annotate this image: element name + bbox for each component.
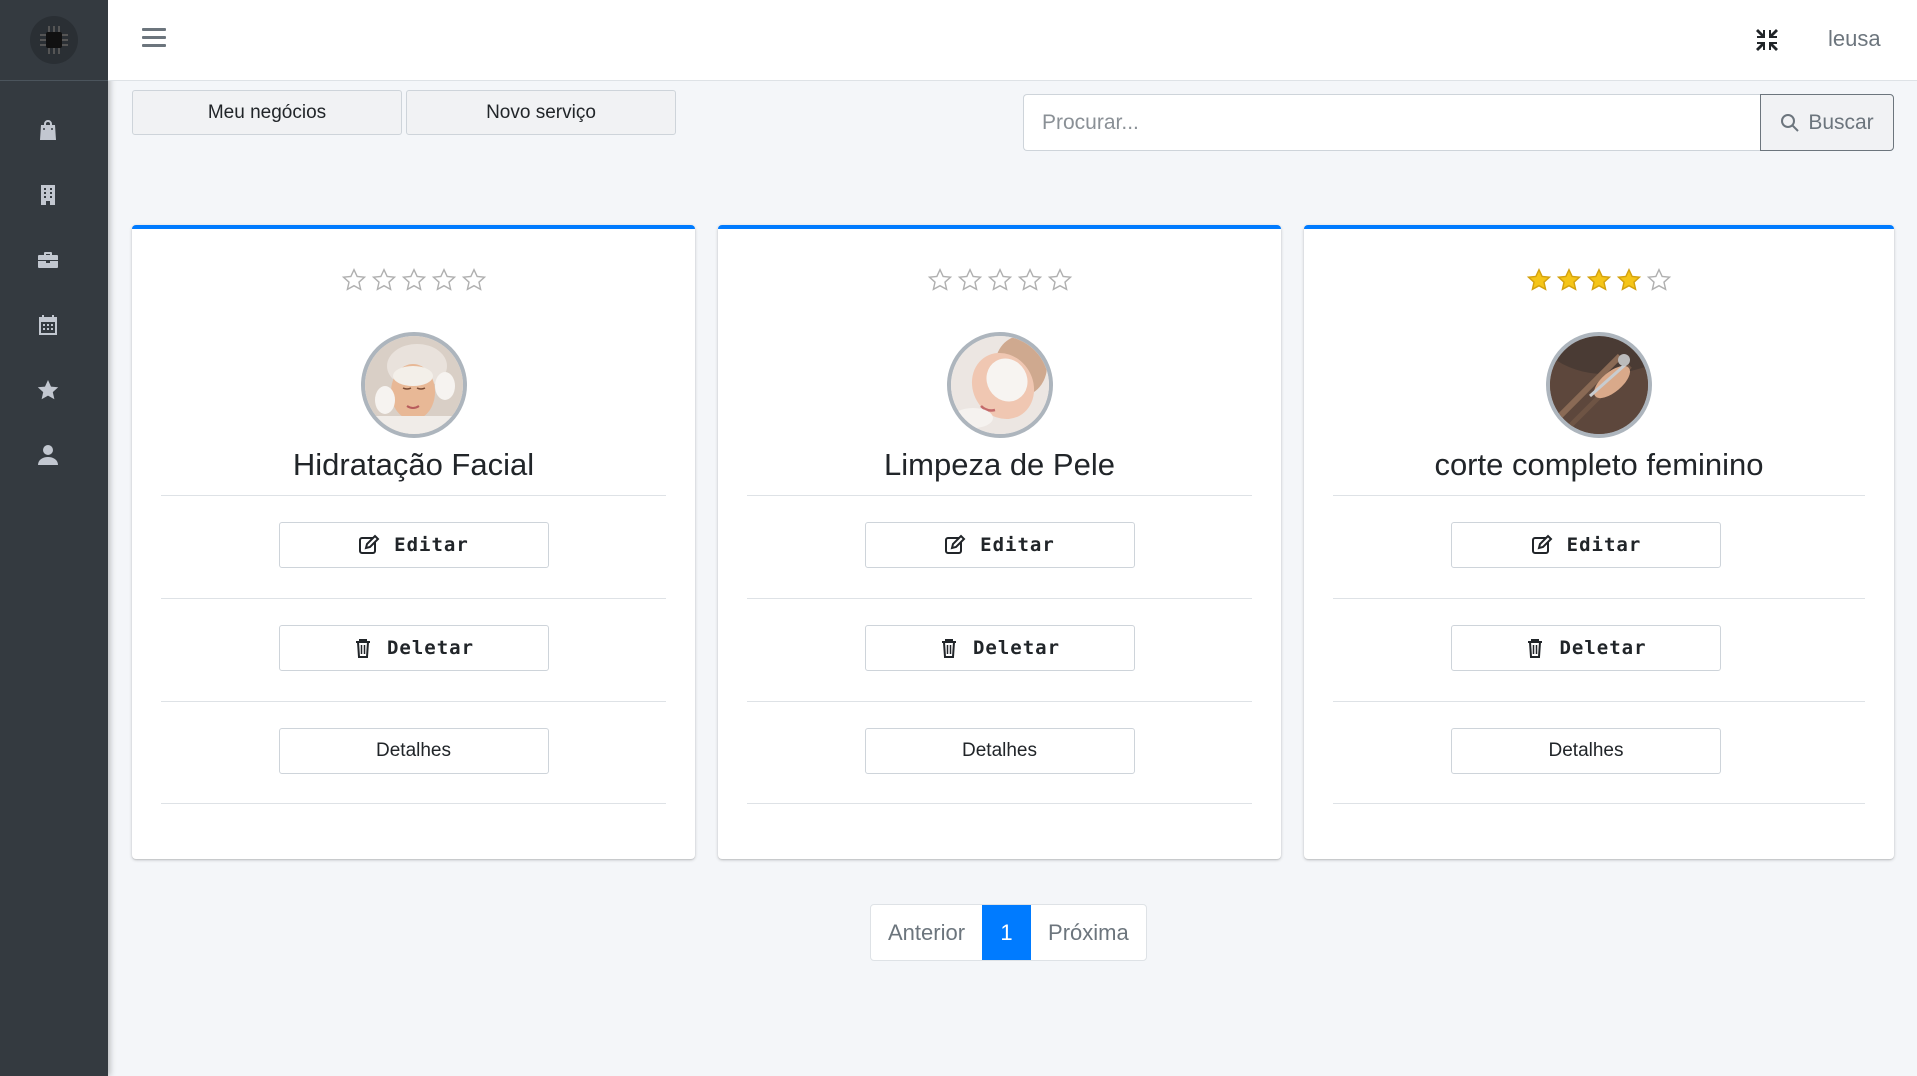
star-empty-icon xyxy=(1047,268,1072,291)
search-icon xyxy=(1781,113,1800,132)
search-button-label: Buscar xyxy=(1808,110,1874,134)
star-empty-icon xyxy=(401,268,426,291)
divider xyxy=(1333,495,1865,496)
edit-icon xyxy=(1531,534,1553,554)
main-content: Meu negócios Novo serviço Buscar Hidrata… xyxy=(108,81,1917,1076)
divider xyxy=(161,803,666,804)
edit-button[interactable]: Editar xyxy=(864,522,1135,568)
service-card: Hidratação Facial Editar Deletar Detalhe… xyxy=(132,225,695,859)
user-icon xyxy=(38,444,58,465)
details-label: Detalhes xyxy=(376,740,451,761)
trash-icon xyxy=(1528,639,1543,658)
new-service-button[interactable]: Novo serviço xyxy=(406,90,676,135)
divider xyxy=(747,803,1252,804)
calendar-icon xyxy=(39,314,57,335)
shopping-bag-icon xyxy=(40,119,56,140)
divider xyxy=(161,701,666,702)
sidebar-item-ratings[interactable] xyxy=(0,357,108,422)
divider xyxy=(161,495,666,496)
sidebar xyxy=(0,0,108,1076)
star-empty-icon xyxy=(987,268,1012,291)
star-empty-icon xyxy=(1017,268,1042,291)
sidebar-nav xyxy=(0,81,108,487)
details-button[interactable]: Detalhes xyxy=(864,728,1135,774)
star-empty-icon xyxy=(371,268,396,291)
details-label: Detalhes xyxy=(962,740,1037,761)
star-empty-icon xyxy=(461,268,486,291)
brand-logo xyxy=(30,16,78,64)
edit-label: Editar xyxy=(394,534,469,556)
star-filled-icon xyxy=(1616,268,1642,291)
details-label: Detalhes xyxy=(1548,740,1624,761)
service-card: corte completo feminino Editar Deletar D… xyxy=(1304,225,1894,859)
trash-icon xyxy=(355,639,370,658)
details-button[interactable]: Detalhes xyxy=(1451,728,1721,774)
edit-icon xyxy=(359,534,380,554)
delete-button[interactable]: Deletar xyxy=(278,625,549,671)
service-image xyxy=(360,332,467,438)
skin-cleansing-photo xyxy=(950,336,1049,434)
star-filled-icon xyxy=(1586,268,1612,291)
brand[interactable] xyxy=(0,0,108,81)
trash-icon xyxy=(941,639,956,658)
divider xyxy=(747,598,1252,599)
my-business-button[interactable]: Meu negócios xyxy=(132,90,402,135)
divider xyxy=(1333,598,1865,599)
briefcase-icon xyxy=(38,251,58,268)
service-title: Hidratação Facial xyxy=(292,447,535,482)
facial-treatment-photo xyxy=(364,336,463,434)
menu-toggle-icon[interactable] xyxy=(142,28,166,50)
rating-stars xyxy=(718,267,1281,293)
star-icon xyxy=(37,379,59,399)
edit-label: Editar xyxy=(1566,534,1642,556)
service-image xyxy=(946,332,1053,438)
divider xyxy=(747,701,1252,702)
service-title: Limpeza de Pele xyxy=(884,447,1115,482)
delete-label: Deletar xyxy=(1559,637,1647,659)
edit-button[interactable]: Editar xyxy=(1451,522,1721,568)
edit-button[interactable]: Editar xyxy=(278,522,549,568)
pagination-prev[interactable]: Anterior xyxy=(871,905,982,960)
delete-label: Deletar xyxy=(972,637,1061,659)
divider xyxy=(1333,701,1865,702)
pagination: Anterior 1 Próxima xyxy=(870,904,1147,961)
edit-icon xyxy=(945,534,966,554)
star-empty-icon xyxy=(1646,268,1672,291)
haircut-photo xyxy=(1550,336,1648,434)
service-image xyxy=(1546,332,1652,438)
sidebar-item-shop[interactable] xyxy=(0,97,108,162)
sidebar-item-business[interactable] xyxy=(0,162,108,227)
rating-stars xyxy=(132,267,695,293)
delete-button[interactable]: Deletar xyxy=(864,625,1135,671)
sidebar-item-calendar[interactable] xyxy=(0,292,108,357)
search-input[interactable] xyxy=(1023,94,1760,151)
pagination-next[interactable]: Próxima xyxy=(1031,905,1146,960)
rating-stars xyxy=(1304,267,1894,293)
edit-label: Editar xyxy=(980,534,1055,556)
user-name[interactable]: leusa xyxy=(1828,26,1881,52)
delete-label: Deletar xyxy=(386,637,475,659)
star-filled-icon xyxy=(1526,268,1552,291)
delete-button[interactable]: Deletar xyxy=(1451,625,1721,671)
building-icon xyxy=(41,184,55,205)
details-button[interactable]: Detalhes xyxy=(278,728,549,774)
compress-icon[interactable] xyxy=(1753,26,1781,54)
star-filled-icon xyxy=(1556,268,1582,291)
search-button[interactable]: Buscar xyxy=(1760,94,1894,151)
sidebar-item-services[interactable] xyxy=(0,227,108,292)
divider xyxy=(747,495,1252,496)
sidebar-item-profile[interactable] xyxy=(0,422,108,487)
top-navbar: leusa xyxy=(108,0,1917,81)
chip-logo-icon xyxy=(40,26,68,54)
divider xyxy=(161,598,666,599)
star-empty-icon xyxy=(341,268,366,291)
star-empty-icon xyxy=(431,268,456,291)
service-card: Limpeza de Pele Editar Deletar Detalhes xyxy=(718,225,1281,859)
star-empty-icon xyxy=(957,268,982,291)
service-title: corte completo feminino xyxy=(1434,447,1764,482)
divider xyxy=(1333,803,1865,804)
pagination-page-current[interactable]: 1 xyxy=(982,905,1032,960)
star-empty-icon xyxy=(927,268,952,291)
